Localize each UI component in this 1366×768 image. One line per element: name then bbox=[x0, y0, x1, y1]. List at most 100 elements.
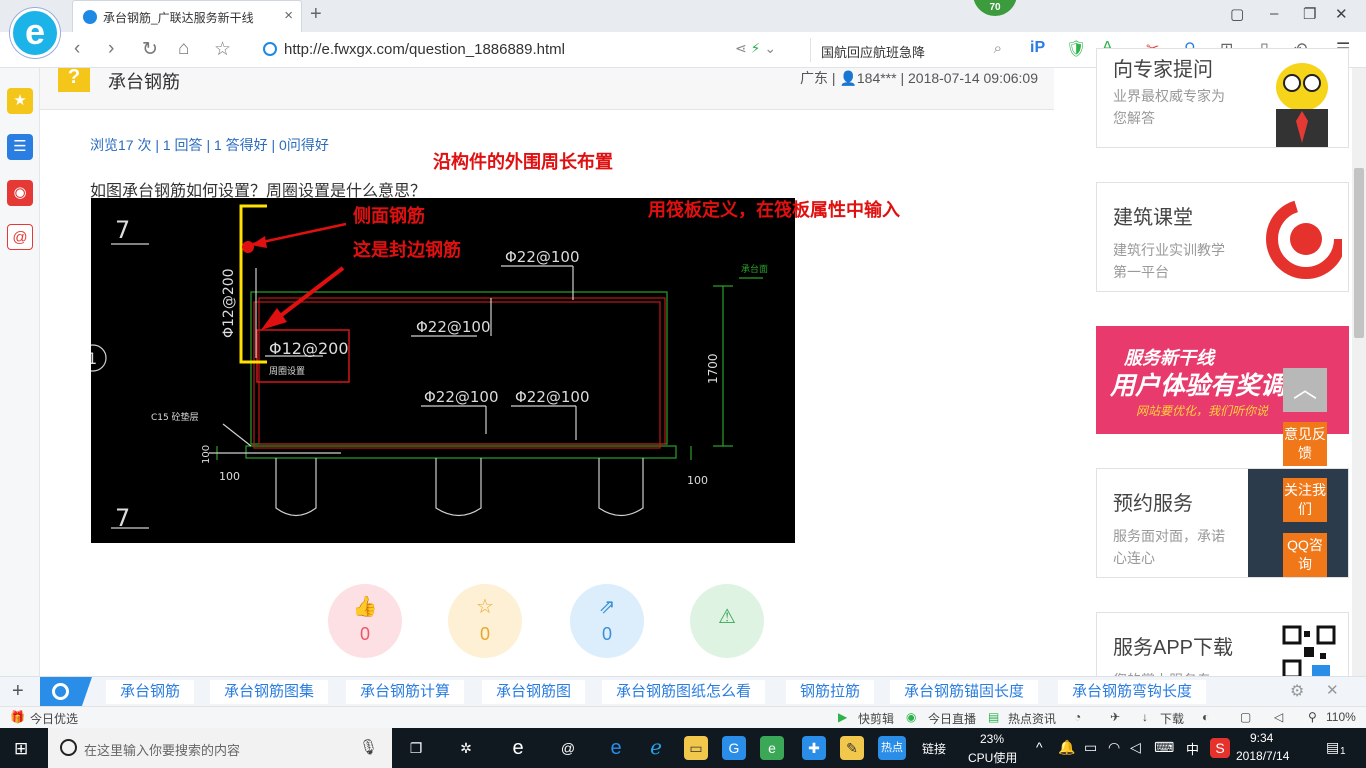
related-tag[interactable]: 承台钢筋图集 bbox=[210, 680, 329, 704]
pinwheel-icon[interactable]: ✲ bbox=[454, 736, 478, 760]
weibo-icon[interactable]: ◉ bbox=[7, 180, 33, 206]
internet-explorer-icon[interactable]: ℯ bbox=[644, 736, 668, 760]
back-icon[interactable]: ‹ bbox=[74, 38, 80, 60]
report-button[interactable]: ⚠ bbox=[690, 584, 764, 658]
home-icon[interactable]: ⌂ bbox=[178, 38, 189, 60]
sogou-icon[interactable]: S bbox=[1210, 738, 1230, 758]
clock-date[interactable]: 2018/7/14 bbox=[1236, 749, 1289, 763]
minimize-button[interactable]: – bbox=[1270, 5, 1278, 22]
news-search-box[interactable]: 国航回应航班急降 ⌕ bbox=[810, 38, 1010, 62]
forward-icon[interactable]: › bbox=[108, 38, 114, 60]
glodon-icon[interactable]: G bbox=[722, 736, 746, 760]
pin-icon[interactable]: ✈ bbox=[1110, 710, 1120, 724]
wifi-icon[interactable]: ◠ bbox=[1108, 739, 1120, 756]
qq-consult-button[interactable]: QQ咨询 bbox=[1283, 533, 1327, 577]
scrollbar-thumb[interactable] bbox=[1354, 168, 1364, 338]
windows-taskbar: ⊞ 在这里输入你要搜索的内容 🎙 ❐ ✲ e @ e ℯ ▭ G e ✚ ✎ 热… bbox=[0, 728, 1366, 768]
browser-logo-icon[interactable]: e bbox=[10, 8, 60, 58]
weather-badge[interactable]: 70 bbox=[973, 0, 1017, 16]
bell-icon[interactable]: 🔔 bbox=[1058, 739, 1075, 756]
zoom-level[interactable]: 110% bbox=[1326, 710, 1356, 724]
search-brand-icon[interactable] bbox=[40, 677, 92, 707]
speed-icon[interactable]: ◔ bbox=[1074, 710, 1081, 724]
related-tag[interactable]: 承台钢筋弯钩长度 bbox=[1058, 680, 1207, 704]
tab-close-icon[interactable]: × bbox=[284, 7, 293, 24]
plus-app-icon[interactable]: ✚ bbox=[802, 736, 826, 760]
close-window-button[interactable]: ✕ bbox=[1335, 5, 1348, 23]
active-browser-icon[interactable]: e bbox=[760, 736, 784, 760]
related-tag[interactable]: 承台钢筋图纸怎么看 bbox=[602, 680, 766, 704]
clip-icon[interactable]: ▶ bbox=[838, 710, 847, 724]
related-tag[interactable]: 承台钢筋 bbox=[106, 680, 195, 704]
chevron-down-icon[interactable]: ⌄ bbox=[764, 40, 776, 56]
clean-icon[interactable]: ◐ bbox=[1202, 710, 1209, 724]
edge-icon[interactable]: e bbox=[604, 736, 628, 760]
url-text[interactable]: http://e.fwxgx.com/question_1886889.html bbox=[284, 41, 565, 58]
maximize-button[interactable]: ❐ bbox=[1303, 5, 1316, 23]
notification-icon[interactable]: ▤ bbox=[1326, 739, 1339, 756]
feedback-button[interactable]: 意见反馈 bbox=[1283, 422, 1327, 466]
quick-clip[interactable]: 快剪辑 bbox=[858, 710, 894, 727]
related-tag[interactable]: 承台钢筋图 bbox=[482, 680, 586, 704]
related-tag[interactable]: 承台钢筋计算 bbox=[346, 680, 465, 704]
share-button[interactable]: ⇗ 0 bbox=[570, 584, 644, 658]
url-actions[interactable]: ⋖ ⚡ ⌄ bbox=[735, 40, 776, 57]
card-expert[interactable]: 向专家提问 业界最权威专家为您解答 bbox=[1096, 48, 1349, 148]
task-view-icon[interactable]: ❐ bbox=[404, 736, 428, 760]
clock-time[interactable]: 9:34 bbox=[1250, 731, 1273, 745]
download-label[interactable]: 下载 bbox=[1160, 710, 1184, 727]
file-explorer-icon[interactable]: ▭ bbox=[684, 736, 708, 760]
card-classroom[interactable]: 建筑课堂 建筑行业实训教学第一平台 bbox=[1096, 182, 1349, 292]
ie-browser-icon[interactable]: e bbox=[506, 736, 530, 760]
lightning-icon[interactable]: ⚡ bbox=[751, 40, 761, 56]
question-stats[interactable]: 浏览17 次 | 1 回答 | 1 答得好 | 0问得好 bbox=[90, 135, 329, 155]
volume-icon[interactable]: ◁ bbox=[1274, 710, 1283, 724]
spiral-app-icon[interactable]: @ bbox=[556, 736, 580, 760]
speaker-icon[interactable]: ◁ bbox=[1130, 739, 1141, 756]
favorite-button[interactable]: ☆ 0 bbox=[448, 584, 522, 658]
link-label[interactable]: 链接 bbox=[922, 740, 946, 757]
window-icon[interactable]: ▢ bbox=[1240, 710, 1251, 724]
microphone-icon[interactable]: 🎙 bbox=[359, 738, 378, 756]
search-icon[interactable]: ⌕ bbox=[994, 40, 1002, 57]
today-picks[interactable]: 今日优选 bbox=[30, 710, 78, 727]
gift-icon[interactable]: 🎁 bbox=[10, 710, 25, 724]
windows-start-icon[interactable]: ⊞ bbox=[14, 739, 28, 759]
today-live[interactable]: 今日直播 bbox=[928, 710, 976, 727]
zoom-icon[interactable]: ⚲ bbox=[1308, 710, 1317, 724]
follow-button[interactable]: 关注我们 bbox=[1283, 478, 1327, 522]
tray-up-icon[interactable]: ^ bbox=[1036, 739, 1043, 755]
address-bar[interactable]: http://e.fwxgx.com/question_1886889.html bbox=[258, 38, 798, 62]
refresh-icon[interactable]: ↻ bbox=[142, 38, 158, 61]
shirt-icon[interactable]: ▢ bbox=[1230, 5, 1244, 23]
browser-tab[interactable]: 承台钢筋_广联达服务新干线 × bbox=[72, 0, 302, 32]
ime-indicator[interactable]: 中 bbox=[1186, 739, 1199, 758]
news-search-text[interactable]: 国航回应航班急降 bbox=[821, 42, 925, 61]
add-icon[interactable]: + bbox=[12, 680, 24, 703]
ip-icon[interactable]: iP bbox=[1030, 39, 1045, 57]
download-icon[interactable]: ↓ bbox=[1142, 710, 1148, 724]
keyboard-icon[interactable]: ⌨ bbox=[1154, 739, 1174, 756]
related-tag[interactable]: 承台钢筋锚固长度 bbox=[890, 680, 1039, 704]
battery-icon[interactable]: ▭ bbox=[1084, 739, 1097, 756]
taskbar-search-placeholder[interactable]: 在这里输入你要搜索的内容 bbox=[84, 740, 240, 759]
back-to-top-button[interactable]: ︿ bbox=[1283, 368, 1327, 412]
news-icon[interactable]: ▤ bbox=[988, 710, 999, 724]
favorites-icon[interactable]: ★ bbox=[7, 88, 33, 114]
hot-topics-icon[interactable]: 热点 bbox=[878, 736, 906, 760]
hot-news[interactable]: 热点资讯 bbox=[1008, 710, 1056, 727]
notes-icon[interactable]: ✎ bbox=[840, 736, 864, 760]
star-icon[interactable]: ☆ bbox=[214, 38, 231, 61]
close-icon[interactable]: ✕ bbox=[1326, 681, 1339, 699]
related-tag[interactable]: 钢筋拉筋 bbox=[786, 680, 875, 704]
share-icon[interactable]: ⋖ bbox=[735, 40, 747, 56]
live-icon[interactable]: ◉ bbox=[906, 710, 916, 724]
like-button[interactable]: 👍 0 bbox=[328, 584, 402, 658]
new-tab-button[interactable]: + bbox=[310, 3, 322, 26]
settings-icon[interactable]: ⚙ bbox=[1290, 681, 1304, 701]
mail-icon[interactable]: @ bbox=[7, 224, 33, 250]
shield-icon[interactable]: 🛡 bbox=[1066, 39, 1086, 59]
list-icon[interactable]: ☰ bbox=[7, 134, 33, 160]
taskbar-search[interactable]: 在这里输入你要搜索的内容 🎙 bbox=[48, 728, 392, 768]
page-scrollbar[interactable] bbox=[1352, 68, 1366, 676]
